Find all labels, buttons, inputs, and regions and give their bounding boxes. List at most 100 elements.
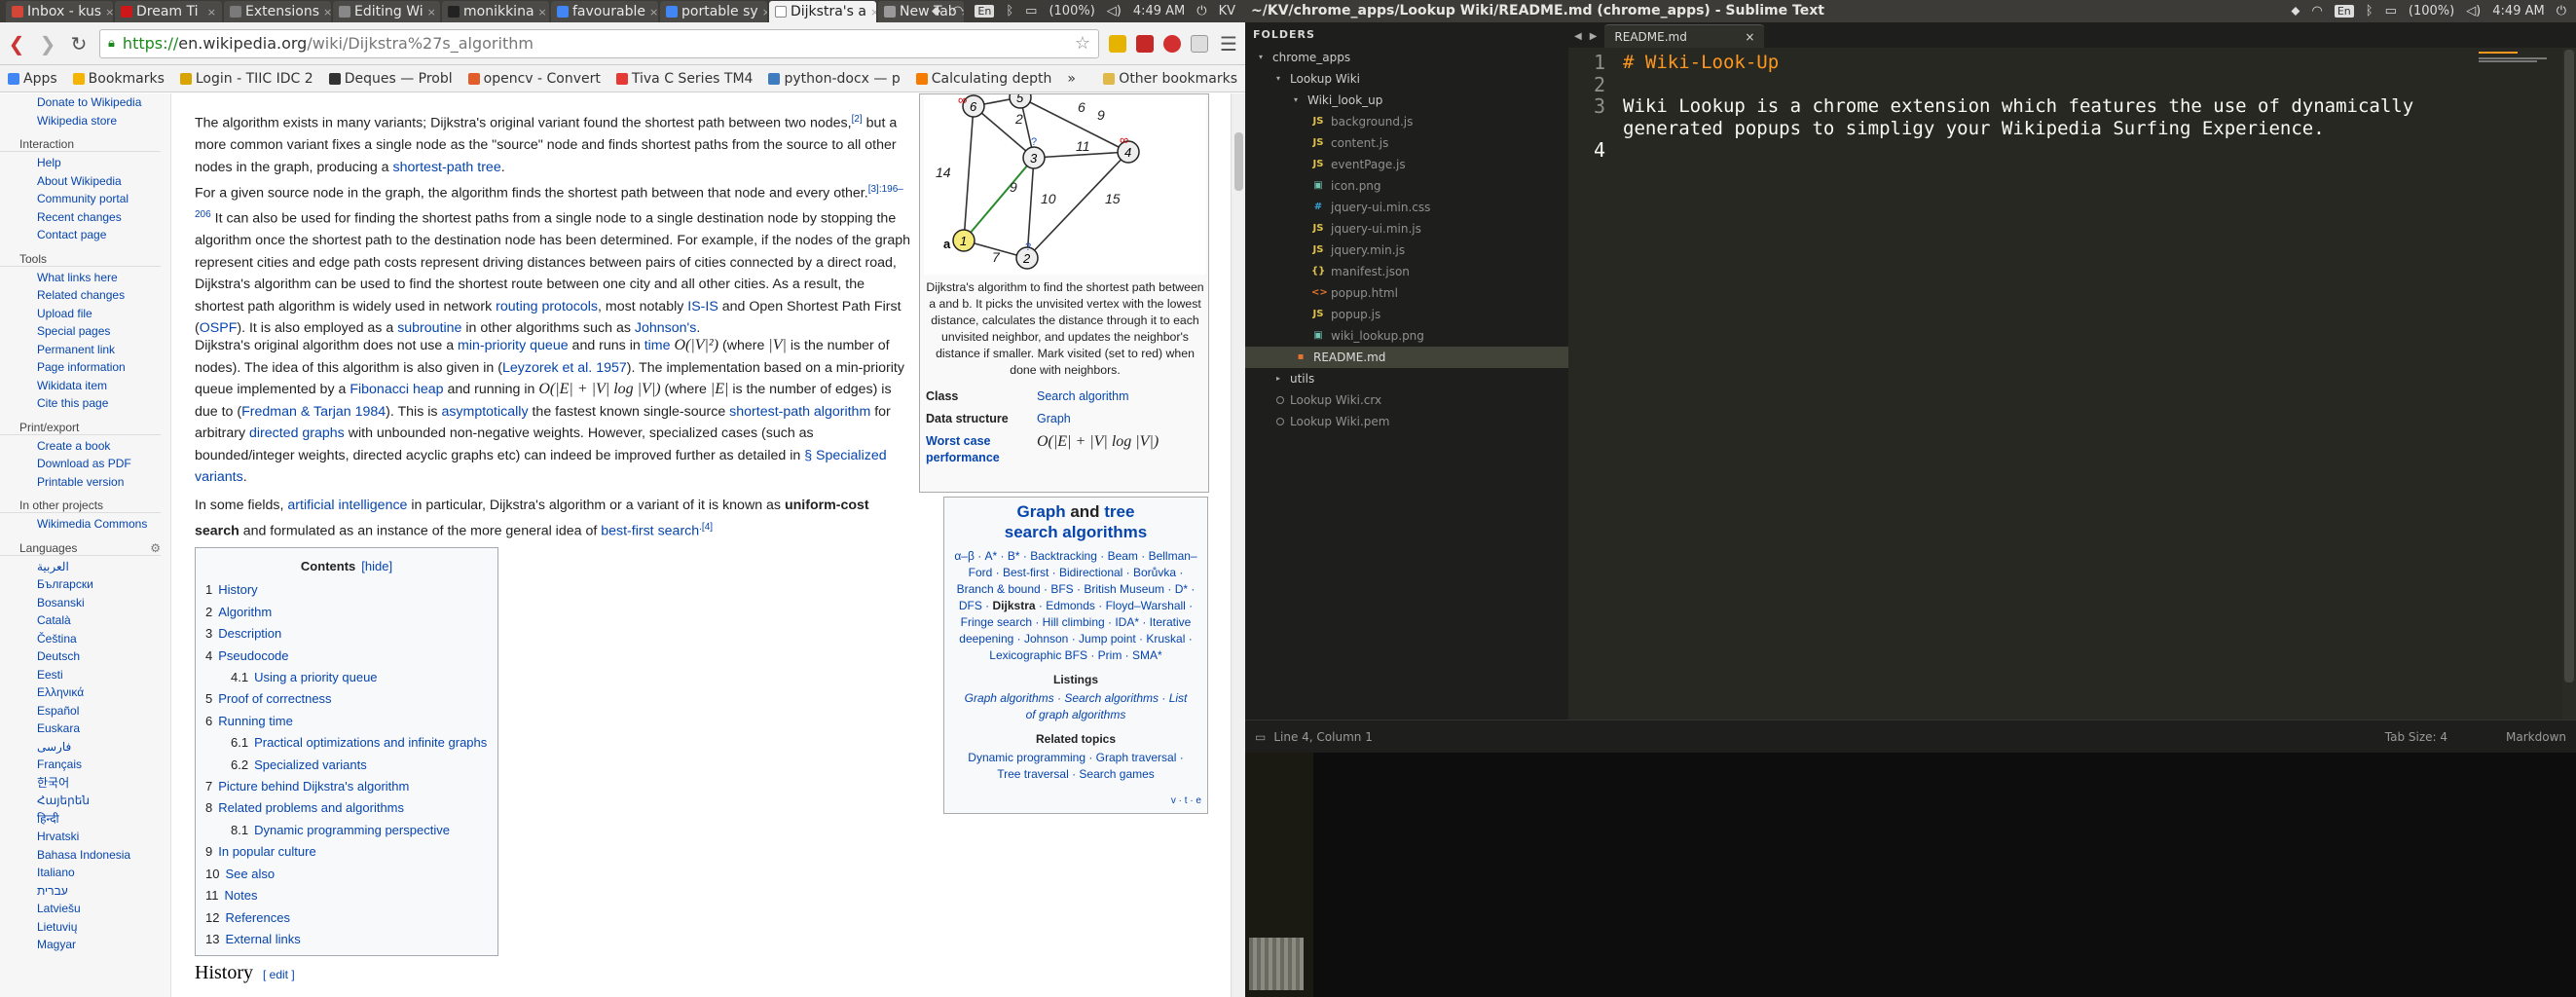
sidebar-link[interactable]: Wikidata item	[0, 377, 170, 395]
other-bookmarks[interactable]: Other bookmarks	[1103, 71, 1237, 87]
link-is-is[interactable]: IS-IS	[687, 299, 718, 314]
sidebar-link[interactable]: Deutsch	[0, 647, 170, 666]
battery-icon[interactable]: ▭	[1025, 4, 1037, 18]
file-item[interactable]: # jquery-ui.min.css	[1245, 197, 1568, 218]
minimap[interactable]	[2479, 52, 2547, 62]
toc-item[interactable]: 11 Notes	[205, 885, 488, 906]
sidebar-link[interactable]: About Wikipedia	[0, 172, 170, 191]
sidebar-link[interactable]: Bosanski	[0, 594, 170, 612]
sidebar-link[interactable]: Italiano	[0, 864, 170, 882]
navbox-related[interactable]: Dynamic programming · Graph traversal · …	[958, 750, 1194, 783]
file-item[interactable]: JS jquery-ui.min.js	[1245, 218, 1568, 240]
sidebar-link[interactable]: Lietuvių	[0, 918, 170, 937]
file-item[interactable]: ▣ icon.png	[1245, 175, 1568, 197]
sidebar-link[interactable]: Français	[0, 756, 170, 774]
volume-icon-2[interactable]: ◁)	[2466, 4, 2481, 18]
bookmark-item[interactable]: Bookmarks	[72, 71, 165, 87]
page-scrollbar[interactable]	[1231, 93, 1245, 997]
sidebar-link[interactable]: Recent changes	[0, 208, 170, 227]
toc-item[interactable]: 4.1 Using a priority queue	[205, 667, 488, 688]
language-settings-icon[interactable]: ⚙	[150, 541, 161, 555]
toc-item[interactable]: 12 References	[205, 907, 488, 929]
browser-tab[interactable]: Editing Wi ×	[333, 1, 440, 22]
extension-icon-4[interactable]	[1191, 34, 1208, 53]
tab-close-icon[interactable]: ×	[427, 6, 436, 18]
file-item[interactable]: ▪ README.md	[1245, 347, 1568, 368]
folder-toggle-icon[interactable]: ▸	[1276, 368, 1284, 389]
toc-item[interactable]: 6.2 Specialized variants	[205, 755, 488, 776]
tab-close-icon[interactable]: ×	[762, 6, 767, 18]
file-item[interactable]: ▣ wiki_lookup.png	[1245, 325, 1568, 347]
sidebar-link[interactable]: Български	[0, 575, 170, 594]
wifi-icon-2[interactable]: ◠	[2312, 4, 2323, 18]
bookmark-item[interactable]: python-docx — p	[768, 71, 901, 87]
toc-item[interactable]: 2 Algorithm	[205, 602, 488, 623]
toc-item[interactable]: 8.1 Dynamic programming perspective	[205, 820, 488, 841]
editor-scrollbar[interactable]	[2562, 48, 2576, 729]
dropbox-icon[interactable]: ⬥	[932, 4, 940, 18]
file-item[interactable]: JS jquery.min.js	[1245, 240, 1568, 261]
link-graph[interactable]: Graph	[1037, 411, 1071, 427]
link-artificial-intelligence[interactable]: artificial intelligence	[287, 498, 407, 513]
link-directed-graphs[interactable]: directed graphs	[249, 425, 345, 441]
bluetooth-icon-2[interactable]: ᛒ	[2366, 4, 2374, 18]
file-item[interactable]: Lookup Wiki.crx	[1245, 389, 1568, 411]
power-icon[interactable]: ⏻	[1196, 4, 1206, 18]
bluetooth-icon[interactable]: ᛒ	[1006, 4, 1013, 18]
sidebar-link[interactable]: Donate to Wikipedia	[0, 93, 170, 112]
bookmark-star-icon[interactable]: ☆	[1075, 33, 1090, 54]
tab-close-icon[interactable]: ×	[870, 6, 876, 18]
bookmark-item[interactable]: Tiva C Series TM4	[615, 71, 753, 87]
link-routing-protocols[interactable]: routing protocols	[496, 299, 598, 314]
battery-icon-2[interactable]: ▭	[2385, 4, 2397, 18]
folder-item[interactable]: ▾ chrome_apps	[1245, 47, 1568, 68]
toc-item[interactable]: 4 Pseudocode	[205, 646, 488, 667]
sidebar-link[interactable]: فارسی	[0, 738, 170, 757]
link-search-algorithm[interactable]: Search algorithm	[1037, 388, 1129, 405]
tab-close-icon[interactable]: ×	[649, 6, 658, 18]
bookmark-item[interactable]: Calculating depth	[915, 71, 1051, 87]
sidebar-link[interactable]: Eesti	[0, 666, 170, 684]
browser-tab[interactable]: Dream Ti ×	[115, 1, 222, 22]
sidebar-link[interactable]: Bahasa Indonesia	[0, 846, 170, 865]
browser-tab[interactable]: Inbox - kus ×	[6, 1, 113, 22]
sidebar-link[interactable]: Hrvatski	[0, 828, 170, 846]
volume-icon[interactable]: ◁)	[1107, 4, 1122, 18]
folder-item[interactable]: ▸ utils	[1245, 368, 1568, 389]
sidebar-link[interactable]: Cite this page	[0, 394, 170, 413]
user-menu[interactable]: KV	[1219, 4, 1235, 18]
code-area[interactable]: # Wiki-Look-Up Wiki Lookup is a chrome e…	[1623, 52, 2499, 162]
editor-tab-readme[interactable]: README.md ×	[1604, 24, 1765, 48]
sidebar-link[interactable]: Page information	[0, 358, 170, 377]
tab-close-icon[interactable]: ×	[538, 6, 547, 18]
history-edit-link[interactable]: [ edit ]	[263, 968, 295, 981]
workspace-thumbnail[interactable]	[1249, 938, 1304, 990]
sidebar-link[interactable]: Magyar	[0, 936, 170, 954]
bookmark-item[interactable]: Login - TIIC IDC 2	[179, 71, 313, 87]
link-leyzorek[interactable]: Leyzorek et al. 1957	[502, 360, 627, 376]
navbox-algorithm-list[interactable]: α–β · A* · B* · Backtracking · Beam · Be…	[954, 548, 1197, 664]
folder-toggle-icon[interactable]: ▾	[1294, 90, 1302, 111]
panel-toggle-icon[interactable]: ▭	[1255, 730, 1266, 744]
clock[interactable]: 4:49 AM	[1133, 4, 1185, 18]
tab-close-icon[interactable]: ×	[105, 6, 113, 18]
file-item[interactable]: Lookup Wiki.pem	[1245, 411, 1568, 432]
bookmark-item[interactable]: Deques — Probl	[328, 71, 453, 87]
sidebar-link[interactable]: हिन्दी	[0, 810, 170, 829]
tab-close-icon[interactable]: ×	[323, 6, 331, 18]
tab-close-icon[interactable]: ×	[207, 6, 216, 18]
keyboard-layout[interactable]: En	[975, 5, 995, 18]
syntax-mode[interactable]: Markdown	[2506, 730, 2566, 744]
sidebar-link[interactable]: Català	[0, 611, 170, 630]
file-item[interactable]: JS content.js	[1245, 132, 1568, 154]
sidebar-link[interactable]: Download as PDF	[0, 455, 170, 473]
sidebar-link[interactable]: Čeština	[0, 630, 170, 648]
sidebar-link[interactable]: العربية	[0, 558, 170, 576]
link-fibonacci-heap[interactable]: Fibonacci heap	[350, 382, 443, 397]
bookmarks-overflow[interactable]: »	[1067, 71, 1076, 87]
sidebar-link[interactable]: Community portal	[0, 190, 170, 208]
file-item[interactable]: <> popup.html	[1245, 282, 1568, 304]
sidebar-link[interactable]: What links here	[0, 269, 170, 287]
browser-tab[interactable]: Dijkstra's a ×	[769, 1, 876, 22]
toc-item[interactable]: 10 See also	[205, 864, 488, 885]
